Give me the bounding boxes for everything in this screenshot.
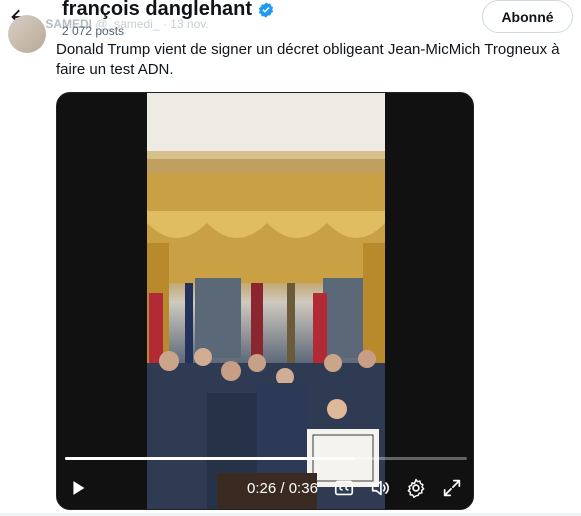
follow-button[interactable]: Abonné: [482, 0, 573, 33]
captions-icon[interactable]: [333, 477, 355, 499]
video-frame[interactable]: [147, 93, 385, 509]
title-row: françois danglehant: [62, 0, 275, 21]
fullscreen-icon[interactable]: [441, 477, 463, 499]
play-icon[interactable]: [67, 477, 89, 499]
video-controls: 0:26 / 0:36: [57, 471, 473, 505]
avatar[interactable]: [8, 15, 46, 53]
video-player[interactable]: 0:26 / 0:36: [56, 92, 474, 510]
volume-icon[interactable]: [369, 477, 391, 499]
video-time-separator: /: [280, 480, 285, 497]
profile-header: A. SAMEDI @_samedi_ · 13 nov. françois d…: [0, 0, 581, 42]
video-progress-bar[interactable]: [65, 457, 467, 460]
video-time-total: 0:36: [288, 480, 318, 497]
video-progress-fill: [65, 457, 356, 460]
tweet-text: Donald Trump vient de signer un décret o…: [56, 41, 560, 78]
gear-icon[interactable]: [405, 477, 427, 499]
video-time: 0:26 / 0:36: [247, 480, 318, 497]
posts-count: 2 072 posts: [62, 24, 125, 38]
video-time-current: 0:26: [247, 480, 277, 497]
video-frame-scene: [147, 93, 385, 509]
verified-badge-icon: [258, 1, 274, 18]
page-title: françois danglehant: [62, 0, 253, 20]
